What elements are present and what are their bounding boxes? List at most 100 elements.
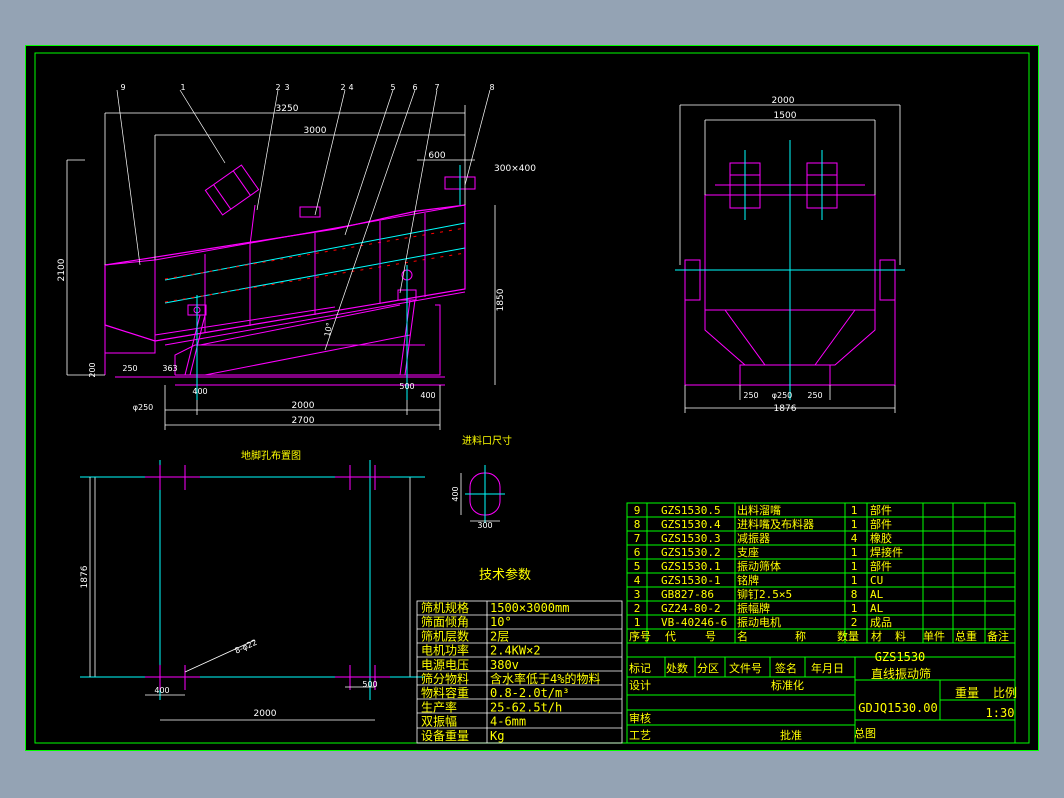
balloon-2: 1 [180,83,185,92]
bom-material-7: AL [870,602,884,615]
bom-header-7: 料 [895,629,906,643]
bom-no-5: 4 [634,574,641,587]
bom-qty-5: 1 [851,574,858,587]
tech-value-3: 2.4KW×2 [490,644,541,658]
bom-no-2: 7 [634,532,641,545]
bom-no-1: 8 [634,518,641,531]
dim-2700: 2700 [292,416,315,426]
balloon-1: 9 [120,83,125,92]
tech-value-6: 0.8-2.0t/m³ [490,686,569,700]
tb-approve: 批准 [780,728,802,742]
holes-label: 8-φ22 [233,638,258,656]
tech-value-7: 25-62.5t/h [490,700,562,714]
bom-no-3: 6 [634,546,641,559]
dim-fnd-1876: 1876 [80,565,90,588]
bom-header-8: 单件 [923,630,945,643]
dim-400-left: 400 [192,387,207,396]
cad-drawing: 32503000600300×4002100200φ250250 36340020… [25,45,1039,751]
balloon-3: 2 [275,83,280,92]
bom-header-1: 代 [665,630,676,643]
end-view [675,104,905,413]
dim-fnd-500: 500 [362,680,377,689]
dim-363: 363 [162,364,177,373]
dim-fnd-2000: 2000 [254,709,277,719]
tb-row1-4: 签名 [775,661,797,675]
bom-qty-4: 1 [851,560,858,573]
bom-name-8: 振动电机 [737,615,781,629]
inclination-angle: 10° [323,322,334,338]
bom-no-0: 9 [634,504,641,517]
dim-fnd-400: 400 [154,686,169,695]
bom-name-5: 铭牌 [737,573,759,587]
dim-1850: 1850 [496,288,506,311]
bom-name-7: 振幅牌 [737,601,770,615]
balloon-7: 5 [390,83,395,92]
dim-3000: 3000 [304,126,327,136]
tb-row1-3: 文件号 [729,661,762,675]
bom-material-6: AL [870,588,884,601]
bom-header-0: 序号 [629,629,651,643]
bom-qty-7: 1 [851,602,858,615]
bom-qty-1: 1 [851,518,858,531]
tb-scale: 1:30 [986,706,1015,720]
bom-name-3: 支座 [737,545,759,559]
bom-header-4: 称 [795,629,806,643]
side-view [66,89,496,430]
tb-row1-5: 年月日 [811,661,844,675]
tb-row1-0: 标记 [629,661,651,675]
tb-row1-2: 分区 [697,662,719,675]
discharge-chute [104,265,156,354]
tb-design: 设计 [629,679,651,692]
balloon-8: 6 [412,83,417,92]
bom-qty-8: 2 [851,616,858,629]
dim-end-250-right: 250 [807,391,822,400]
dim-end-2000: 2000 [772,96,795,106]
tech-value-4: 380v [490,658,519,672]
tb-row1-1: 处数 [666,662,688,675]
tech-value-2: 2层 [490,629,509,643]
dim-250: 250 [122,364,137,373]
inlet-height: 400 [451,486,460,501]
bom-code-8: VB-40246-6 [661,616,727,629]
bom-header-2: 号 [705,630,716,643]
balloon-5: 2 [340,83,345,92]
dim-phi250: φ250 [133,403,154,412]
dim-end-phi250: φ250 [772,391,793,400]
tech-value-5: 含水率低于4%的物料 [490,671,600,686]
bom-header-3: 名 [737,629,748,643]
bom-material-5: CU [870,574,883,587]
bom-qty-6: 8 [851,588,858,601]
bom-no-4: 5 [634,560,641,573]
foundation-title: 地脚孔布置图 [241,449,301,462]
bom-no-8: 1 [634,616,641,629]
bom-name-1: 进料嘴及布料器 [737,517,814,531]
tech-label-6: 物料容重 [421,685,469,700]
tech-value-9: Kg [490,729,504,743]
dim-inlet-size: 300×400 [494,164,536,174]
bom-material-0: 部件 [870,503,892,517]
tb-scale-label: 比例 [993,686,1017,700]
tech-value-8: 4-6mm [490,715,526,729]
bom-code-4: GZS1530.1 [661,560,721,573]
dim-200: 200 [88,362,97,377]
tech-label-8: 双振幅 [421,714,457,729]
dim-3250: 3250 [276,104,299,114]
bom-qty-3: 1 [851,546,858,559]
tech-label-7: 生产率 [421,699,457,714]
bom-header-9: 总重 [955,629,977,643]
balloon-4: 3 [284,83,289,92]
bom-code-2: GZS1530.3 [661,532,721,545]
bom-name-6: 铆钉2.5×5 [737,587,792,601]
bom-header-6: 材 [871,629,882,643]
dim-end-1500: 1500 [774,111,797,121]
inlet-width: 300 [477,521,492,530]
bom-header-5: 数量 [837,630,859,643]
balloon-9: 7 [434,83,439,92]
bom-no-7: 2 [634,602,641,615]
tech-value-0: 1500×3000mm [490,601,569,615]
inlet-title: 进料口尺寸 [462,434,512,447]
bom-material-1: 部件 [870,517,892,531]
screen-body [104,204,466,342]
bom-material-3: 焊接件 [870,545,903,559]
tech-params-title: 技术参数 [479,567,531,583]
